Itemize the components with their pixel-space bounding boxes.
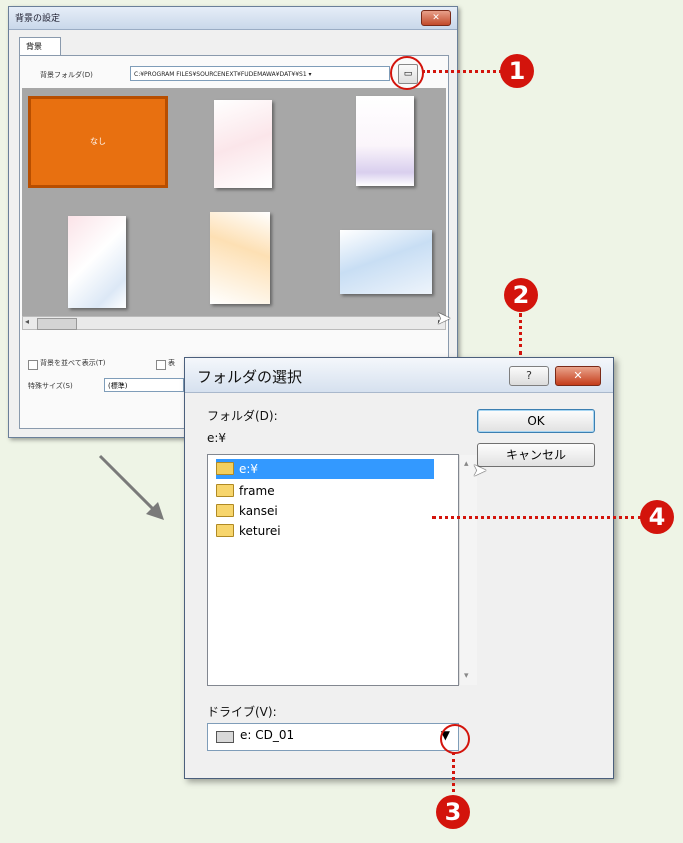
scroll-down-arrow-icon[interactable]: ▾	[464, 671, 469, 681]
tree-item-label: kansei	[239, 504, 278, 518]
tab-background[interactable]: 背景	[19, 37, 61, 55]
scrollbar-thumb[interactable]	[37, 318, 77, 330]
folder-icon	[216, 524, 234, 537]
marker-3: 3	[436, 795, 470, 829]
leader-line-3	[452, 752, 455, 792]
folder-select-dialog: フォルダの選択 ? ✕ フォルダ(D): e:¥ e:¥ frame kanse…	[184, 357, 614, 779]
tree-item-label: e:¥	[239, 462, 259, 476]
leader-line-4	[432, 516, 642, 519]
special-size-label: 特殊サイズ(S)	[28, 382, 73, 390]
ok-button[interactable]: OK	[477, 409, 595, 433]
help-button[interactable]: ?	[509, 366, 549, 386]
folder-label: フォルダ(D):	[207, 409, 278, 423]
drive-select[interactable]: e: CD_01 ▼	[207, 723, 459, 751]
folder-icon	[216, 504, 234, 517]
drive-label: ドライブ(V):	[207, 705, 277, 719]
folder-dialog-title: フォルダの選択	[197, 368, 303, 386]
second-checkbox-label: 表	[168, 359, 175, 367]
thumbnail-none[interactable]: なし	[28, 96, 168, 188]
marker-1: 1	[500, 54, 534, 88]
highlight-ring-browse	[390, 56, 424, 90]
mouse-cursor-icon: ➤	[436, 308, 452, 329]
tree-item-frame[interactable]: frame	[216, 481, 275, 501]
folder-icon	[216, 484, 234, 497]
special-size-combo[interactable]: (標準)	[104, 378, 184, 392]
current-path: e:¥	[207, 431, 227, 445]
folder-dialog-titlebar[interactable]: フォルダの選択 ? ✕	[185, 358, 613, 393]
marker-2: 2	[504, 278, 538, 312]
tree-item-keturei[interactable]: keturei	[216, 521, 281, 541]
thumbnail-horizontal-scrollbar[interactable]: ◂ ▸	[22, 316, 446, 330]
tree-item-label: keturei	[239, 524, 281, 538]
scroll-up-arrow-icon[interactable]: ▴	[464, 459, 469, 469]
thumbnail-blue-water[interactable]	[340, 230, 432, 294]
drive-icon	[216, 731, 234, 743]
marker-4: 4	[640, 500, 674, 534]
tree-item-kansei[interactable]: kansei	[216, 501, 278, 521]
thumbnail-pink-petals[interactable]	[214, 100, 272, 188]
thumbnail-orange-mist[interactable]	[210, 212, 270, 304]
background-folder-label: 背景フォルダ(D)	[40, 71, 93, 79]
tree-vertical-scrollbar[interactable]: ▴ ▾	[459, 455, 477, 685]
tree-item-root[interactable]: e:¥	[216, 459, 434, 479]
show-all-label: 背景を並べて表示(T)	[40, 359, 106, 367]
highlight-ring-drive	[440, 724, 470, 754]
cancel-button[interactable]: キャンセル	[477, 443, 595, 467]
close-button[interactable]: ✕	[555, 366, 601, 386]
leader-line-2	[519, 313, 522, 355]
thumbnail-cherry-blossom[interactable]	[68, 216, 126, 308]
tree-item-label: frame	[239, 484, 275, 498]
second-checkbox[interactable]	[156, 360, 166, 370]
leader-line-1	[422, 70, 502, 73]
scroll-left-arrow-icon[interactable]: ◂	[25, 317, 29, 326]
drive-value: e: CD_01	[240, 728, 295, 742]
thumbnail-lavender-wave[interactable]	[356, 96, 414, 186]
close-icon[interactable]: ✕	[421, 10, 451, 26]
show-all-checkbox[interactable]	[28, 360, 38, 370]
arrow-icon	[98, 454, 164, 520]
background-folder-combo[interactable]: C:¥PROGRAM FILES¥SOURCENEXT¥FUDEMAWA¥DAT…	[130, 66, 390, 81]
background-dialog-title: 背景の設定	[15, 14, 61, 24]
folder-tree[interactable]: e:¥ frame kansei keturei ▴ ▾	[207, 454, 477, 686]
open-folder-icon	[216, 462, 234, 475]
background-dialog-titlebar[interactable]: 背景の設定 ✕	[9, 7, 457, 30]
mouse-cursor-icon: ➤	[472, 460, 488, 481]
